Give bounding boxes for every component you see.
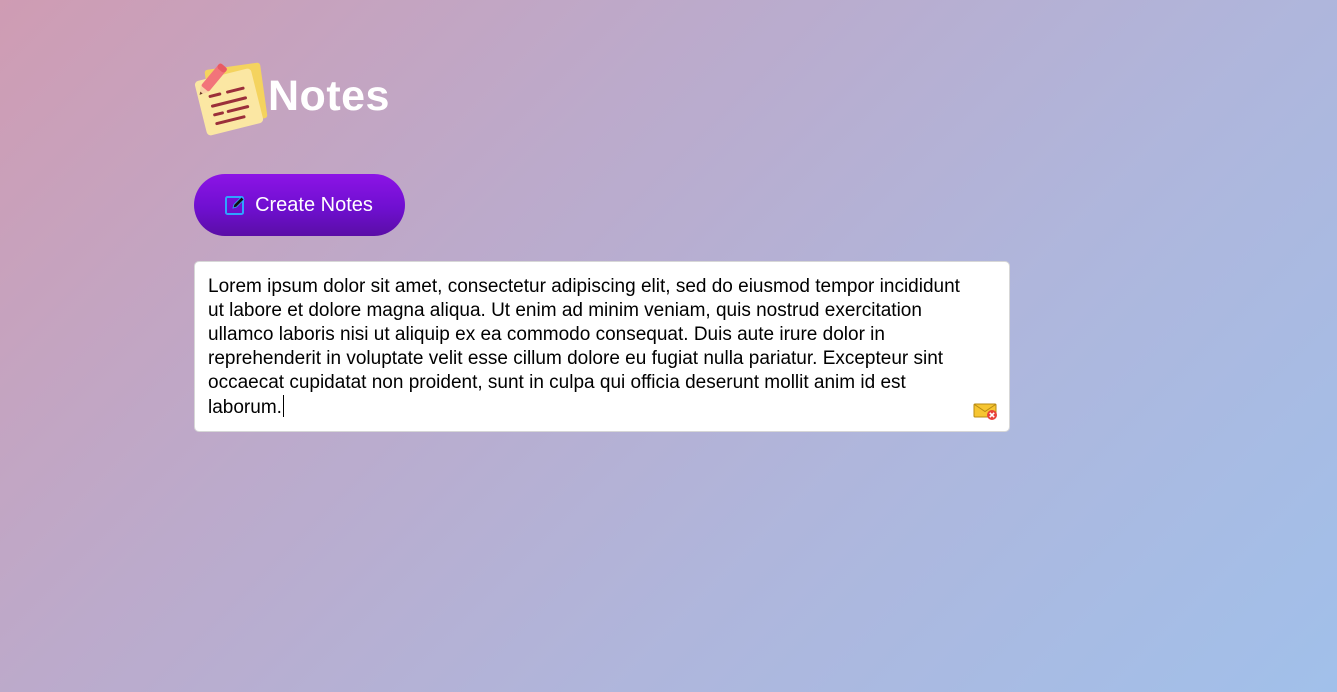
note-text[interactable]: Lorem ipsum dolor sit amet, consectetur … bbox=[208, 275, 978, 420]
note-card[interactable]: Lorem ipsum dolor sit amet, consectetur … bbox=[194, 261, 1010, 432]
page-title: Notes bbox=[268, 71, 390, 120]
edit-icon bbox=[224, 194, 246, 216]
notes-app: Notes Create Notes Lorem ipsum dolor sit… bbox=[194, 58, 1010, 432]
delete-note-icon[interactable] bbox=[973, 401, 999, 421]
app-header: Notes bbox=[194, 58, 1010, 138]
text-caret bbox=[282, 395, 284, 417]
note-content[interactable]: Lorem ipsum dolor sit amet, consectetur … bbox=[208, 276, 965, 418]
create-notes-button[interactable]: Create Notes bbox=[194, 174, 405, 236]
create-notes-label: Create Notes bbox=[255, 193, 373, 216]
sticky-note-pencil-icon bbox=[194, 58, 270, 138]
